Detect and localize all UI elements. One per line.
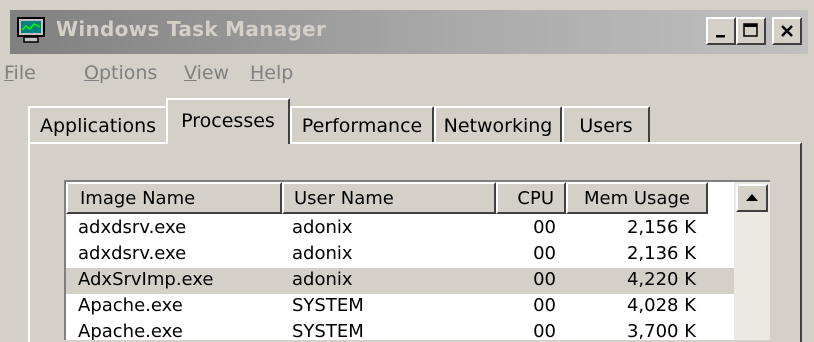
tab-label: Applications <box>39 115 157 137</box>
task-manager-icon <box>17 17 45 43</box>
task-manager-window: Windows Task Manager File Options View H… <box>0 0 814 342</box>
menu-view[interactable]: View <box>184 62 229 84</box>
window-title: Windows Task Manager <box>56 17 327 41</box>
menu-bar: File Options View Help <box>0 60 814 90</box>
menu-options[interactable]: Options <box>84 62 157 84</box>
menu-label-rest: ile <box>13 62 36 84</box>
tab-control: Applications Processes Performance Netwo… <box>0 92 814 342</box>
tab-users[interactable]: Users <box>562 106 650 142</box>
minimize-button[interactable] <box>706 17 736 45</box>
maximize-button[interactable] <box>736 17 766 45</box>
title-bar[interactable]: Windows Task Manager <box>10 10 808 54</box>
maximize-icon <box>743 23 758 37</box>
tab-performance[interactable]: Performance <box>290 106 434 142</box>
tab-label: Networking <box>443 115 553 137</box>
minimize-icon <box>716 35 725 38</box>
close-button[interactable] <box>772 17 802 45</box>
menu-accel: H <box>250 62 265 84</box>
menu-accel: V <box>184 62 197 84</box>
tab-processes[interactable]: Processes <box>166 98 290 144</box>
processes-tab-panel <box>28 142 802 342</box>
tab-label: Processes <box>181 110 275 132</box>
tab-applications[interactable]: Applications <box>28 106 168 142</box>
menu-accel: O <box>84 62 99 84</box>
close-icon <box>781 25 793 37</box>
tab-label: Performance <box>301 115 423 137</box>
menu-label-rest: iew <box>196 62 230 84</box>
tab-networking[interactable]: Networking <box>434 106 562 142</box>
menu-file[interactable]: File <box>4 62 36 84</box>
menu-label-rest: ptions <box>98 62 158 84</box>
menu-label-rest: elp <box>264 62 294 84</box>
menu-accel: F <box>4 62 14 84</box>
tab-label: Users <box>579 115 633 137</box>
menu-help[interactable]: Help <box>250 62 293 84</box>
